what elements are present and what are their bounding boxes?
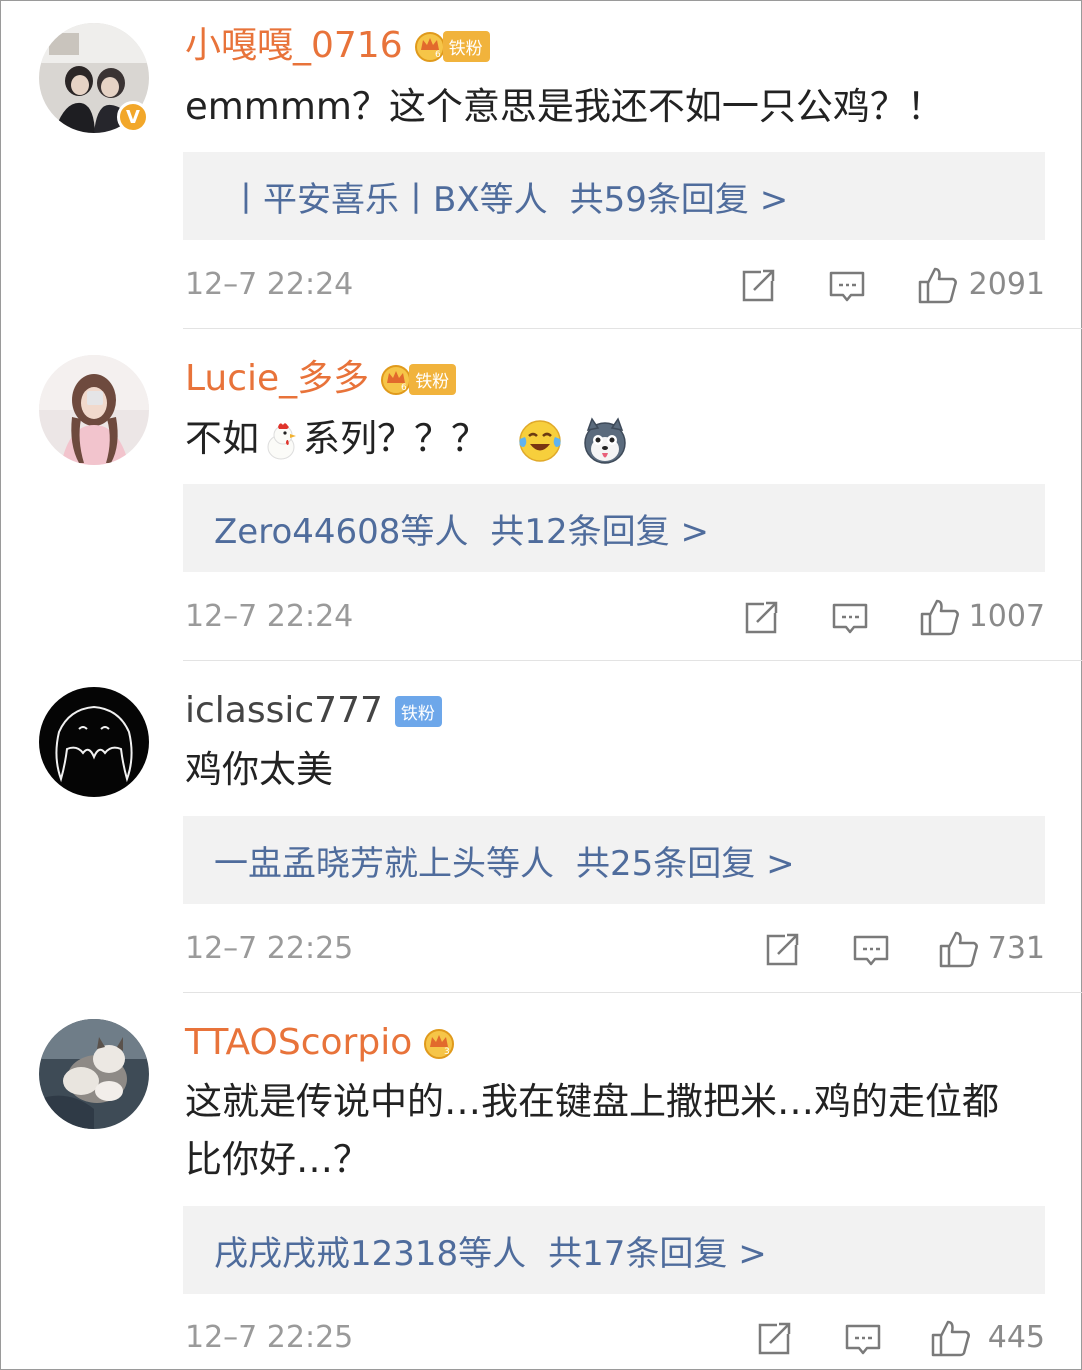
chicken-emoji (267, 422, 296, 459)
reply-count: 共12条回复 > (490, 511, 709, 552)
comment-text-line: 比你好…？ (185, 1138, 370, 1181)
name-row: 小嘎嘎_0716 6 铁粉 (185, 28, 490, 64)
avatar[interactable] (39, 355, 149, 465)
comment-text-line: 这就是传说中的…我在键盘上撒把米…鸡的走位都 (185, 1080, 999, 1123)
comment-text-part: 系列？？？ (303, 417, 488, 460)
username[interactable]: 小嘎嘎_0716 (185, 28, 403, 64)
comment-text: 这就是传说中的…我在键盘上撒把米…鸡的走位都 比你好…？ (185, 1073, 1045, 1189)
divider (183, 992, 1082, 993)
like-icon[interactable] (938, 929, 980, 969)
comment-text: 不如 系列？？？ (185, 410, 1045, 468)
like-count: 2091 (968, 267, 1045, 302)
meta-row: 12–7 22:25 731 (185, 929, 1045, 969)
username[interactable]: TTAOScorpio (185, 1025, 412, 1061)
like-icon[interactable] (930, 1318, 972, 1358)
meta-row: 12–7 22:24 2091 (185, 265, 1045, 305)
svg-text:6: 6 (401, 383, 407, 393)
username[interactable]: iclassic777 (185, 693, 383, 729)
name-row: iclassic777 铁粉 (185, 693, 442, 729)
meta-row: 12–7 22:25 445 (185, 1318, 1045, 1358)
reply-count: 共59条回复 > (569, 179, 789, 220)
timestamp: 12–7 22:24 (185, 267, 354, 302)
name-row: Lucie_多多 6 铁粉 (185, 361, 457, 397)
comment-icon[interactable] (843, 1318, 883, 1358)
share-icon[interactable] (755, 1318, 795, 1358)
meta-row: 12–7 22:24 1007 (185, 597, 1045, 637)
reply-users: 一盅孟晓芳就上头等人 (214, 843, 554, 884)
reply-users: 丨平安喜乐丨BX等人 (229, 179, 548, 220)
replies-link[interactable]: 丨平安喜乐丨BX等人 共59条回复 > (183, 152, 1045, 240)
reply-count: 共25条回复 > (576, 843, 795, 884)
like-count: 445 (987, 1320, 1045, 1355)
replies-link[interactable]: Zero44608等人 共12条回复 > (183, 484, 1045, 572)
like-icon[interactable] (919, 597, 961, 637)
timestamp: 12–7 22:25 (185, 1320, 354, 1355)
divider (183, 660, 1082, 661)
comment-list: V 小嘎嘎_0716 6 铁粉 emmmm？这个意思是我还不如一只公鸡？！ 丨平… (0, 0, 1082, 1370)
reply-count: 共17条回复 > (548, 1233, 767, 1274)
crown-icon: 6 (379, 363, 413, 395)
comment-text: 鸡你太美 (185, 748, 333, 791)
avatar[interactable] (39, 687, 149, 797)
comment-icon[interactable] (851, 929, 891, 969)
verified-badge-icon: V (117, 101, 149, 133)
fan-badge: 铁粉 (442, 30, 490, 62)
share-icon[interactable] (739, 265, 779, 305)
timestamp: 12–7 22:25 (185, 931, 354, 966)
replies-link[interactable]: 一盅孟晓芳就上头等人 共25条回复 > (183, 816, 1045, 904)
share-icon[interactable] (742, 597, 782, 637)
avatar[interactable] (39, 1019, 149, 1129)
like-count: 731 (987, 931, 1045, 966)
comment-text-part: 不如 (185, 417, 259, 460)
fan-badge: 铁粉 (394, 695, 442, 727)
crown-icon: 6 (413, 30, 447, 62)
replies-link[interactable]: 戌戌戌戒12318等人 共17条回复 > (183, 1206, 1045, 1294)
fan-badge: 铁粉 (409, 363, 457, 395)
husky-emoji (583, 416, 626, 464)
username[interactable]: Lucie_多多 (185, 361, 369, 397)
divider (183, 328, 1082, 329)
timestamp: 12–7 22:24 (185, 599, 354, 634)
like-icon[interactable] (917, 265, 959, 305)
comment-text: emmmm？这个意思是我还不如一只公鸡？！ (185, 85, 944, 128)
crown-icon: 3 (422, 1027, 456, 1059)
comment-icon[interactable] (827, 265, 867, 305)
like-count: 1007 (968, 599, 1045, 634)
reply-users: 戌戌戌戒12318等人 (214, 1233, 527, 1274)
comment-icon[interactable] (830, 597, 870, 637)
svg-text:6: 6 (435, 50, 441, 60)
name-row: TTAOScorpio 3 (185, 1025, 456, 1061)
share-icon[interactable] (763, 929, 803, 969)
reply-users: Zero44608等人 (214, 511, 469, 552)
svg-text:3: 3 (444, 1047, 450, 1057)
laugh-cry-emoji (519, 419, 561, 462)
